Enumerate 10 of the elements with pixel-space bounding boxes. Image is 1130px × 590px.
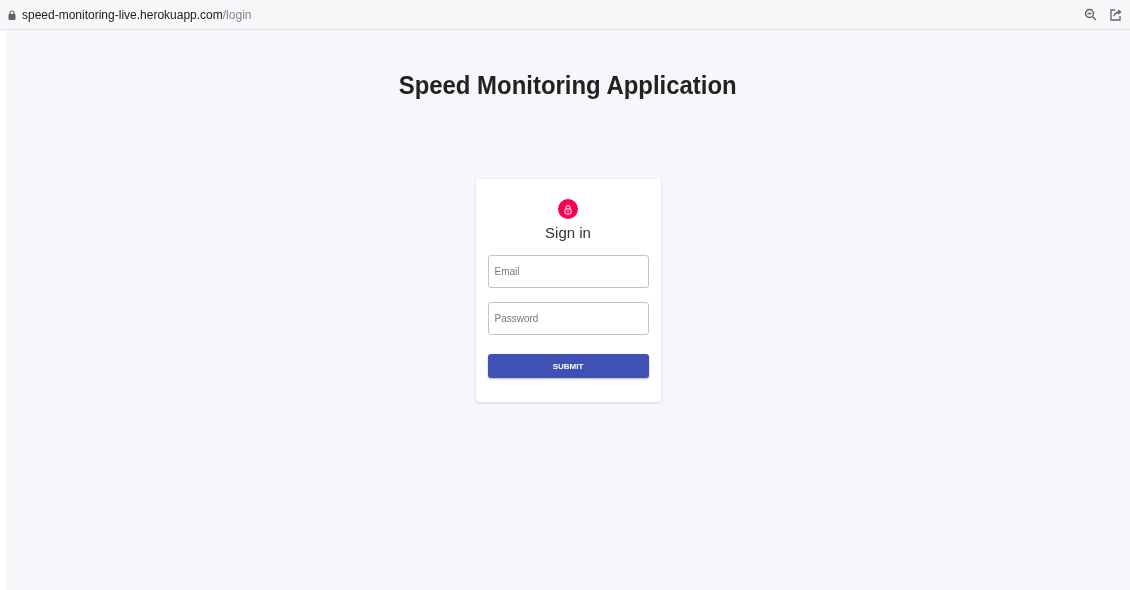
share-icon[interactable] <box>1109 8 1122 21</box>
lock-icon <box>8 9 16 20</box>
input-field[interactable]: Password <box>487 302 649 335</box>
input-field[interactable]: Email <box>487 255 649 288</box>
page-title: Speed Monitoring Application <box>399 70 737 101</box>
address-text[interactable]: speed-monitoring-live.herokuapp.com/login <box>22 7 252 22</box>
zoom-icon[interactable] <box>1084 8 1097 21</box>
sign-in-heading: Sign in <box>545 224 591 241</box>
lock-icon <box>558 199 578 219</box>
submit-button[interactable]: SUBMIT <box>487 354 649 378</box>
